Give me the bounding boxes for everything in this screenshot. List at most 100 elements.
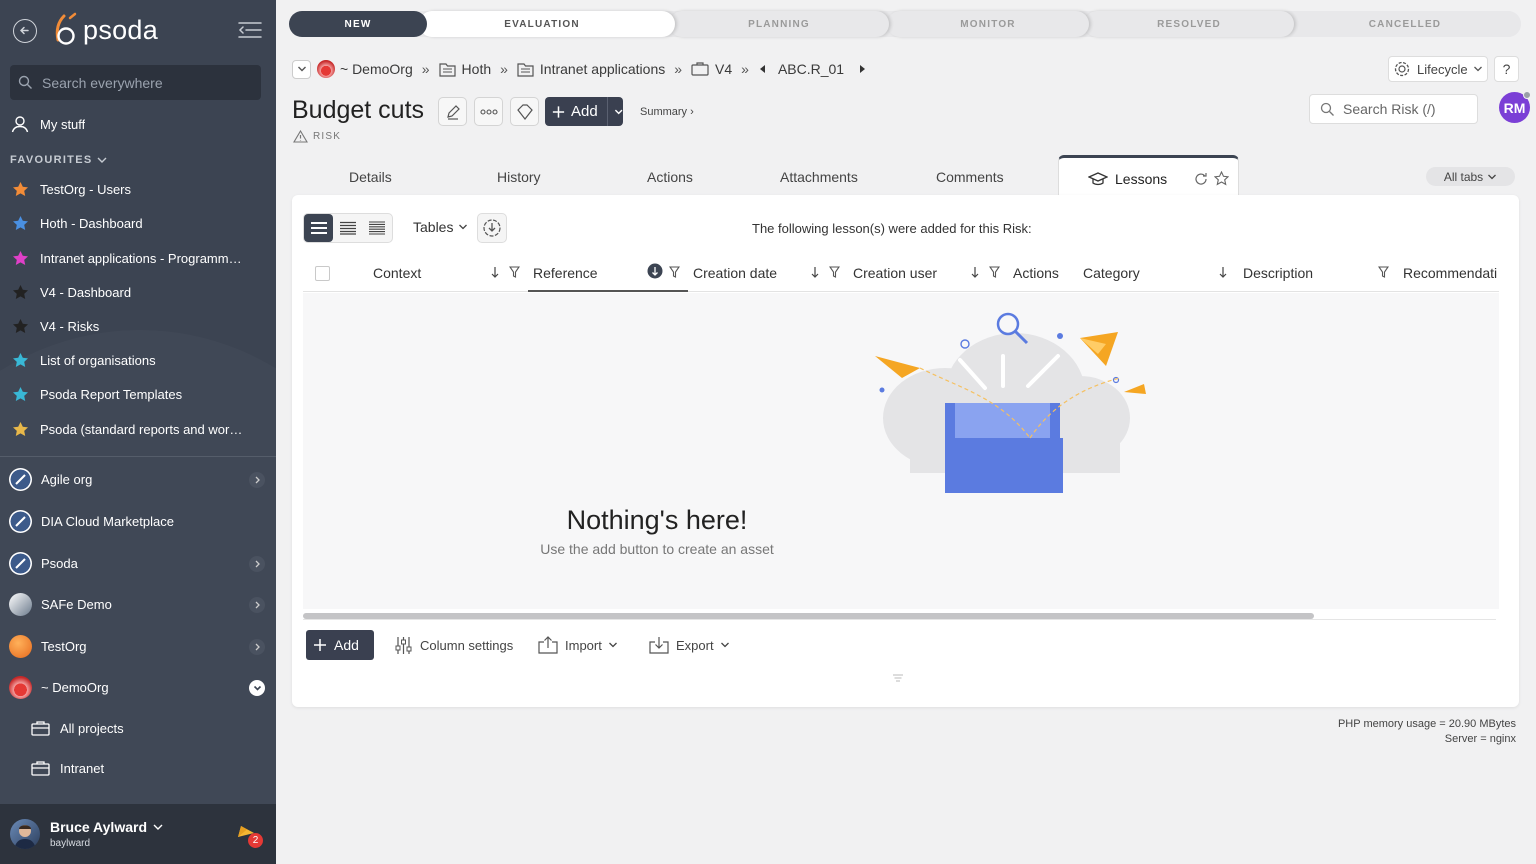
- column-actions[interactable]: Actions: [1013, 265, 1059, 281]
- chevron-down-icon: [720, 642, 729, 648]
- summary-link[interactable]: Summary ›: [640, 106, 694, 118]
- expand-chevron-icon[interactable]: [249, 471, 265, 488]
- more-options-button[interactable]: [474, 97, 503, 126]
- tables-dropdown[interactable]: Tables: [413, 219, 468, 235]
- favourite-item[interactable]: List of organisations: [10, 352, 260, 369]
- lifecycle-stage-resolved[interactable]: RESOLVED: [1084, 11, 1294, 37]
- favourite-item[interactable]: Psoda Report Templates: [10, 386, 260, 403]
- favourite-item[interactable]: Hoth - Dashboard: [10, 215, 260, 232]
- favourite-item[interactable]: Intranet applications - Programme...: [10, 250, 260, 267]
- tab-comments[interactable]: Comments: [936, 169, 1004, 185]
- lifecycle-stage-new[interactable]: NEW: [289, 11, 427, 37]
- help-button[interactable]: ?: [1494, 56, 1519, 82]
- favourite-item[interactable]: TestOrg - Users: [10, 181, 260, 198]
- breadcrumb-dropdown-button[interactable]: [292, 59, 311, 79]
- lifecycle-stage-planning[interactable]: PLANNING: [669, 11, 889, 37]
- entity-type-label: RISK: [293, 130, 341, 143]
- column-creation-user[interactable]: Creation user: [853, 265, 937, 281]
- view-compact-button[interactable]: [333, 214, 362, 242]
- tab-actions[interactable]: Actions: [647, 169, 693, 185]
- psoda-logo[interactable]: psoda: [50, 12, 158, 48]
- import-button[interactable]: Import: [538, 636, 618, 654]
- filter-icon[interactable]: [509, 266, 520, 278]
- upload-icon: [538, 636, 558, 654]
- expand-chevron-icon[interactable]: [249, 638, 265, 655]
- my-stuff-link[interactable]: My stuff: [10, 115, 260, 133]
- breadcrumb-demoorg[interactable]: ~ DemoOrg: [317, 60, 413, 78]
- column-recommendation[interactable]: Recommendati: [1403, 265, 1499, 281]
- search-icon: [18, 75, 32, 89]
- empty-state-illustration: [875, 312, 1146, 493]
- sort-icon[interactable]: [490, 266, 500, 279]
- sliders-icon: [395, 637, 412, 654]
- lifecycle-stage-cancelled[interactable]: CANCELLED: [1289, 11, 1521, 37]
- sort-icon[interactable]: [810, 266, 820, 279]
- user-avatar: [10, 819, 40, 849]
- column-category[interactable]: Category: [1083, 265, 1140, 281]
- favourite-item[interactable]: V4 - Dashboard: [10, 284, 260, 301]
- org-item-demoorg[interactable]: ~ DemoOrg: [9, 676, 267, 699]
- expand-chevron-icon[interactable]: [249, 555, 265, 572]
- next-item-icon[interactable]: [857, 64, 867, 74]
- filter-icon[interactable]: [1378, 266, 1389, 278]
- sort-active-icon[interactable]: [647, 263, 663, 279]
- tab-history[interactable]: History: [497, 169, 541, 185]
- column-settings-button[interactable]: Column settings: [394, 636, 513, 655]
- all-projects-link[interactable]: All projects: [31, 720, 124, 736]
- plus-icon: [314, 639, 326, 651]
- add-button[interactable]: Add: [545, 97, 623, 126]
- sort-icon[interactable]: [970, 266, 980, 279]
- download-circle-icon: [483, 219, 501, 237]
- org-item-agile-org[interactable]: Agile org: [9, 468, 267, 491]
- server-text: Server = nginx: [1444, 733, 1516, 745]
- view-dense-button[interactable]: [363, 214, 392, 242]
- horizontal-scrollbar[interactable]: [303, 613, 1314, 619]
- org-item-testorg[interactable]: TestOrg: [9, 635, 267, 658]
- intranet-link[interactable]: Intranet: [31, 760, 104, 776]
- tag-button[interactable]: [510, 97, 539, 126]
- breadcrumb-v4[interactable]: V4: [691, 61, 732, 77]
- collapse-chevron-icon[interactable]: [249, 679, 265, 696]
- resize-grip-icon[interactable]: [892, 674, 904, 682]
- previous-item-icon[interactable]: [758, 64, 768, 74]
- tab-attachments[interactable]: Attachments: [780, 169, 858, 185]
- all-tabs-dropdown[interactable]: All tabs: [1426, 167, 1515, 186]
- column-context[interactable]: Context: [373, 265, 421, 281]
- star-icon[interactable]: [1214, 171, 1229, 186]
- edit-button[interactable]: [438, 97, 467, 126]
- collapse-menu-icon[interactable]: [237, 20, 263, 40]
- breadcrumb-intranet-applications[interactable]: Intranet applications: [517, 61, 665, 77]
- column-description[interactable]: Description: [1243, 265, 1313, 281]
- favourites-header[interactable]: FAVOURITES: [10, 154, 108, 166]
- search-everywhere-input[interactable]: Search everywhere: [10, 65, 261, 100]
- refresh-icon[interactable]: [1194, 172, 1208, 186]
- favourite-label: V4 - Risks: [40, 319, 100, 334]
- lifecycle-stage-monitor[interactable]: MONITOR: [887, 11, 1089, 37]
- column-reference[interactable]: Reference: [533, 265, 598, 281]
- lifecycle-stage-evaluation[interactable]: EVALUATION: [419, 11, 675, 37]
- select-all-checkbox[interactable]: [315, 266, 330, 281]
- expand-chevron-icon[interactable]: [249, 596, 265, 613]
- back-icon[interactable]: [13, 19, 37, 43]
- favourite-item[interactable]: V4 - Risks: [10, 318, 260, 335]
- filter-icon[interactable]: [669, 266, 680, 278]
- add-lesson-button[interactable]: Add: [306, 630, 374, 660]
- filter-icon[interactable]: [829, 266, 840, 278]
- lifecycle-dropdown[interactable]: Lifecycle: [1388, 56, 1488, 82]
- column-creation-date[interactable]: Creation date: [693, 265, 777, 281]
- export-button[interactable]: Export: [649, 636, 730, 654]
- favourite-item[interactable]: Psoda (standard reports and work...: [10, 421, 260, 438]
- star-icon: [10, 284, 30, 301]
- sort-icon[interactable]: [1218, 266, 1228, 279]
- tab-details[interactable]: Details: [349, 169, 392, 185]
- star-icon: [10, 421, 30, 438]
- tab-lessons[interactable]: Lessons: [1058, 155, 1239, 196]
- view-comfortable-button[interactable]: [304, 214, 334, 242]
- user-name: Bruce Aylward: [50, 819, 147, 835]
- reload-table-button[interactable]: [477, 213, 507, 243]
- breadcrumb-hoth[interactable]: Hoth: [438, 61, 491, 77]
- org-item-safe-demo[interactable]: SAFe Demo: [9, 593, 267, 616]
- filter-icon[interactable]: [989, 266, 1000, 278]
- search-risk-input[interactable]: Search Risk (/): [1309, 94, 1478, 124]
- user-profile[interactable]: Bruce Aylward baylward: [0, 804, 276, 864]
